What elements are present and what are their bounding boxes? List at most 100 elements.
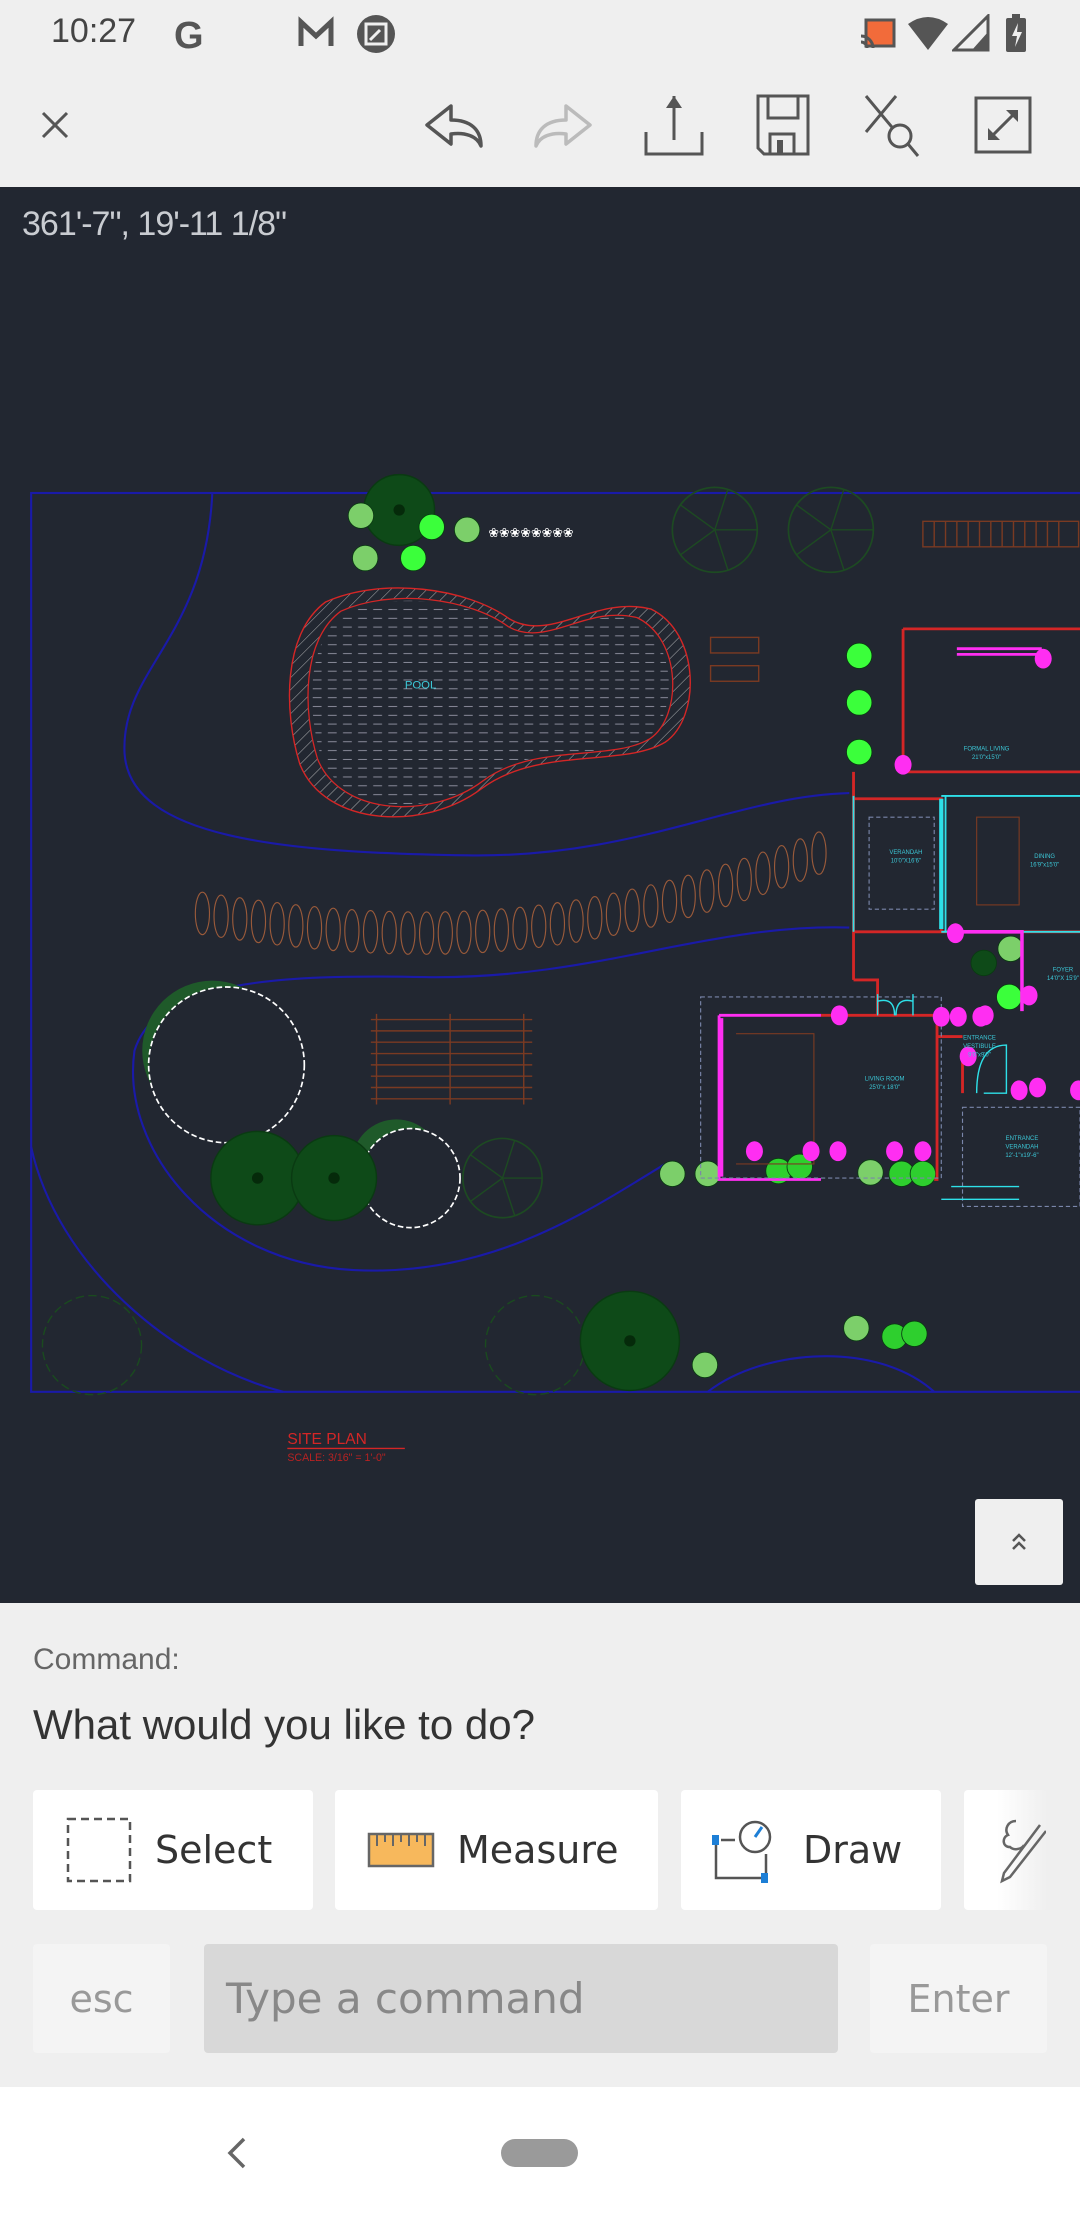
shrub [857,1159,884,1186]
room-size: 21'0"x15'0" [972,755,1001,761]
shrub [453,516,481,543]
stepping-stone [699,869,715,913]
shrub [400,544,427,572]
tree [147,986,306,1144]
room-labels: FORMAL LIVING 21'0"x15'0" VERANDAH 10'0"… [865,747,1079,1159]
select-button[interactable]: Select [33,1790,313,1910]
tree-branch [830,489,845,531]
shrub [352,544,379,572]
tree-branch [501,1177,516,1216]
stepping-stone [437,911,453,955]
tree [41,1294,143,1396]
stepping-stone [643,884,659,928]
share-icon [644,96,704,156]
shrub [418,513,445,541]
gmail-icon [298,16,334,46]
tree-branch [501,1140,516,1179]
toolbar [0,64,1080,187]
stepping-stone [717,863,734,908]
room-name: ENTRANCE [1006,1136,1039,1142]
signal-icon [952,14,990,52]
site-plan-drawing: POOL ❀❀❀❀❀❀❀❀ FORMAL LIVING 21'0"x15'0" … [30,473,1080,1464]
stepping-stone [381,910,397,955]
command-input[interactable]: Type a command [204,1944,838,2053]
google-icon: G [174,15,204,54]
stepping-stone [362,910,379,954]
share-button[interactable] [641,92,707,158]
stepping-stone [194,891,211,936]
tree-branch [714,529,729,571]
column [745,1141,763,1162]
stepping-stone [792,838,808,882]
column [1029,1077,1047,1098]
close-icon [41,111,69,139]
tree-branch [714,489,729,531]
column [1010,1080,1028,1101]
stepping-stone [605,892,622,937]
shrub [843,1314,870,1342]
flower-bed: ❀❀❀❀❀❀❀❀ [488,526,573,541]
tree-center [393,504,405,516]
column [886,1141,904,1162]
measure-label: Measure [457,1828,619,1872]
column [949,1006,967,1027]
tree-center [624,1335,636,1347]
home-pill[interactable] [501,2139,578,2167]
back-icon[interactable] [222,2135,254,2171]
save-button[interactable] [750,92,816,158]
room-size: 16'9"x15'0" [1030,863,1059,869]
shrub [347,502,375,529]
trees: ❀❀❀❀❀❀❀❀ [41,473,1024,1396]
ruler-icon [367,1832,435,1868]
stepping-stone [531,904,547,949]
markup-button[interactable] [964,1790,1047,1910]
stepping-stone [400,911,416,955]
stepping-stone [232,897,248,941]
stepping-stone [493,908,510,952]
svg-text:G: G [174,15,204,54]
redo-icon [534,104,592,148]
room-size: 12'-1"x19'-6" [1005,1153,1038,1159]
shrub [970,949,997,977]
redo-button[interactable] [530,92,596,158]
column [1070,1080,1080,1101]
undo-button[interactable] [421,92,487,158]
shrub [694,1160,721,1188]
tree-center [251,1172,264,1184]
stepping-stone [661,879,678,924]
stepping-stone [325,907,341,952]
room-name: DINING [1034,854,1055,860]
shrub [691,1351,719,1379]
close-button[interactable] [22,92,88,158]
enter-button[interactable]: Enter [870,1944,1047,2053]
coordinate-readout: 361'-7", 19'-11 1/8" [22,205,287,243]
tree-branch [680,529,716,556]
draw-button[interactable]: Draw [681,1790,941,1910]
stepping-stone [512,906,528,951]
markup-icon [1000,1819,1046,1884]
save-icon [756,94,810,156]
stepping-stone [624,888,640,933]
esc-button[interactable]: esc [33,1944,170,2053]
shrub [996,983,1023,1011]
measure-button[interactable]: Measure [335,1790,658,1910]
drawing-title: SITE PLAN [287,1431,367,1448]
column [830,1005,848,1026]
stepping-stone [755,851,771,896]
drawing-canvas[interactable]: 361'-7", 19'-11 1/8" POOL ❀❀❀❀❀❀❀❀ FORMA… [0,187,1080,1603]
tree-center [328,1172,340,1184]
zoom-extents-button[interactable] [860,92,926,158]
tree-branch [470,1177,503,1203]
drawing-scale: SCALE: 3/16" = 1'-0" [287,1452,386,1464]
screenshot-icon [357,15,395,53]
tree-branch [796,504,832,531]
room-size: 14'0"X 15'9" [1047,976,1079,982]
room-name: FOYER [1053,967,1074,973]
stepping-stone [288,904,304,948]
shrub [846,689,873,716]
column [894,754,912,775]
double-chevron-up-icon [1012,1533,1026,1550]
scroll-up-button[interactable] [975,1499,1063,1585]
tree [484,1294,586,1396]
fullscreen-button[interactable] [970,92,1036,158]
